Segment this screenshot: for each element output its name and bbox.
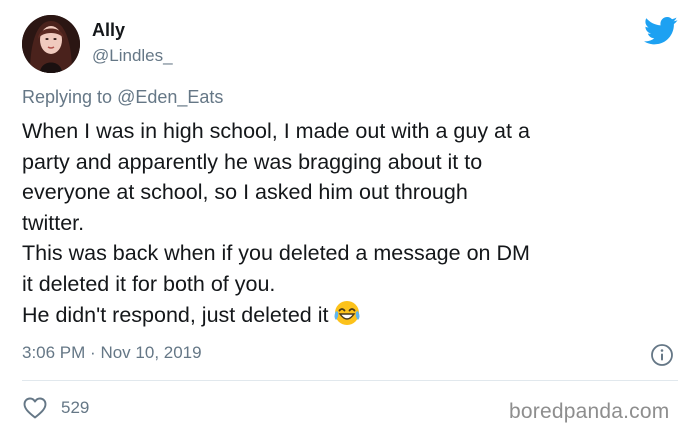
reply-prefix: Replying to [22,87,113,107]
tweet-line: it deleted it for both of you. [22,271,276,296]
watermark: boredpanda.com [509,400,670,423]
display-name[interactable]: Ally [92,20,125,41]
heart-icon[interactable] [22,396,48,420]
reply-context: Replying to @Eden_Eats [22,87,223,108]
avatar[interactable] [22,15,80,73]
tweet-line: everyone at school, so I asked him out t… [22,180,468,204]
tweet-timestamp[interactable]: 3:06 PM · Nov 10, 2019 [22,343,202,363]
tweet-line: When I was in high school, I made out wi… [22,119,530,143]
tweet-line: He didn't respond, just deleted it [22,303,329,327]
tweet-line: party and apparently he was bragging abo… [22,149,483,174]
info-icon[interactable] [650,343,674,367]
tweet-date: Nov 10, 2019 [100,343,202,362]
divider [22,380,678,381]
tweet-last-line: He didn't respond, just deleted it [22,299,682,336]
like-count: 529 [61,398,90,417]
reply-to-handle[interactable]: @Eden_Eats [117,87,223,107]
tweet-line: twitter. [22,210,85,235]
tweet-body: When I was in high school, I made out wi… [22,116,682,336]
tweet-time: 3:06 PM [22,343,86,362]
face-with-tears-of-joy-icon [333,299,361,336]
user-handle[interactable]: @Lindles_ [92,46,173,66]
timestamp-separator: · [90,343,96,362]
twitter-bird-icon[interactable] [644,16,678,46]
tweet-line: This was back when if you deleted a mess… [22,241,530,265]
